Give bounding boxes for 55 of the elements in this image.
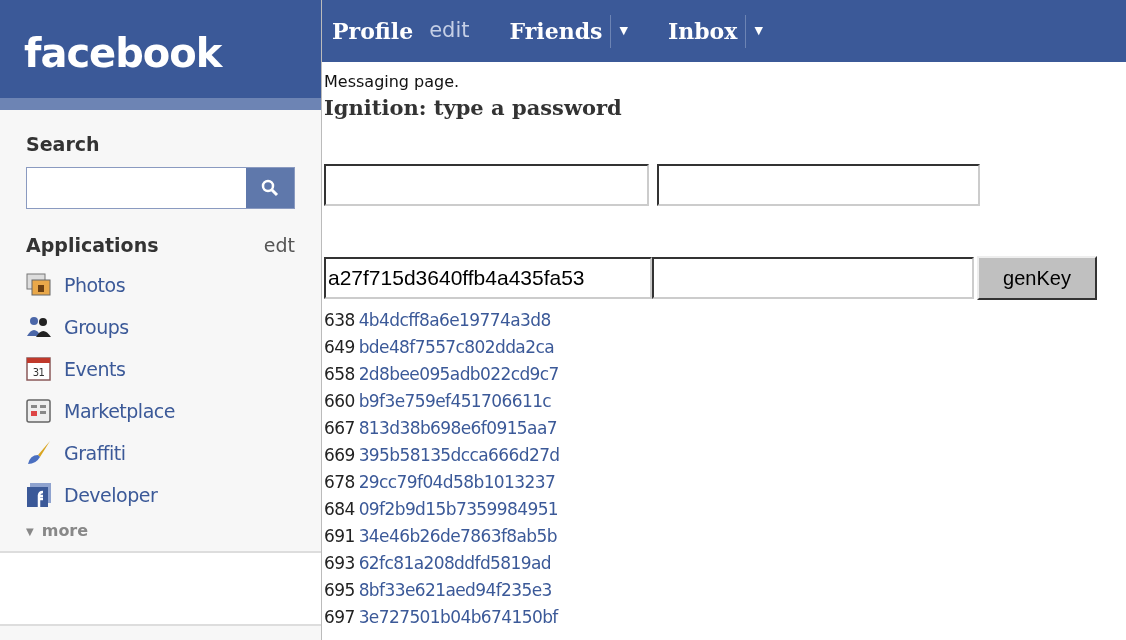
caret-button[interactable]: ▼ — [619, 22, 628, 40]
photos-icon — [26, 272, 52, 298]
key-hash: bde48f7557c802dda2ca — [358, 336, 554, 360]
key-hash: 62fc81a208ddfd5819ad — [358, 552, 551, 576]
key-hash: 395b58135dcca666d27d — [358, 444, 560, 468]
profile-link[interactable]: Profile — [332, 14, 414, 48]
key-hash: 29cc79f04d58b1013237 — [358, 471, 556, 495]
key-number: 693 — [324, 552, 355, 576]
nav-link[interactable]: Inbox — [667, 14, 747, 48]
app-link[interactable]: Developer — [26, 481, 295, 509]
key-field[interactable]: a27f715d3640ffb4a435fa53 — [324, 256, 652, 299]
search-field[interactable] — [26, 166, 295, 209]
key-field[interactable] — [652, 256, 974, 299]
key-number: 691 — [324, 525, 355, 549]
people-icon — [26, 314, 52, 340]
intro-text: Messaging page. — [324, 72, 461, 92]
nav-link[interactable]: Friends — [509, 14, 612, 48]
key-hash: 2d8bee095adb022cd9c7 — [358, 363, 559, 387]
key-hash: b9f3e759ef451706611c — [358, 390, 552, 414]
key-number: 667 — [324, 417, 355, 441]
key-number: 678 — [324, 471, 355, 495]
key-number: 660 — [324, 390, 355, 414]
genkey-button[interactable]: genKey — [977, 255, 1097, 300]
key-hash: 813d38b698e6f0915aa7 — [358, 417, 557, 441]
caret-button[interactable]: ▼ — [754, 22, 763, 40]
key-hash: 09f2b9d15b7359984951 — [358, 498, 559, 522]
developer-icon — [26, 482, 52, 508]
key-number: 697 — [324, 606, 355, 630]
app-link[interactable]: Graffiti — [26, 439, 295, 467]
logo[interactable]: facebook — [24, 23, 222, 83]
page-heading: Ignition: type a password — [324, 94, 623, 122]
key-number: 658 — [324, 363, 355, 387]
search-icon — [261, 178, 279, 197]
edit-link[interactable]: edt — [263, 230, 295, 259]
key-number: 649 — [324, 336, 355, 360]
key-number: 638 — [324, 309, 355, 333]
search-title: Search — [26, 132, 101, 157]
key-hash: 3e727501b04b674150bf — [358, 606, 558, 630]
app-link[interactable]: Photos — [26, 271, 295, 299]
applications-title: Applications — [26, 232, 159, 258]
key-hash: 8bf33e621aed94f235e3 — [358, 579, 552, 603]
app-link[interactable]: Groups — [26, 313, 295, 341]
key-hash: 4b4dcff8a6e19774a3d8 — [358, 309, 551, 333]
search-button[interactable] — [246, 167, 294, 208]
calendar-icon: 31 — [26, 356, 52, 382]
key-number: 695 — [324, 579, 355, 603]
key-number: 669 — [324, 444, 355, 468]
password-field[interactable] — [657, 163, 980, 206]
app-link[interactable]: Marketplace — [26, 397, 295, 425]
key-number: 684 — [324, 498, 355, 522]
app-link[interactable]: 31 Events — [26, 355, 295, 383]
listing-icon — [26, 398, 52, 424]
edit-link[interactable]: edit — [429, 15, 470, 47]
key-hash: 34e46b26de7863f8ab5b — [358, 525, 557, 549]
password-field[interactable] — [324, 163, 649, 206]
